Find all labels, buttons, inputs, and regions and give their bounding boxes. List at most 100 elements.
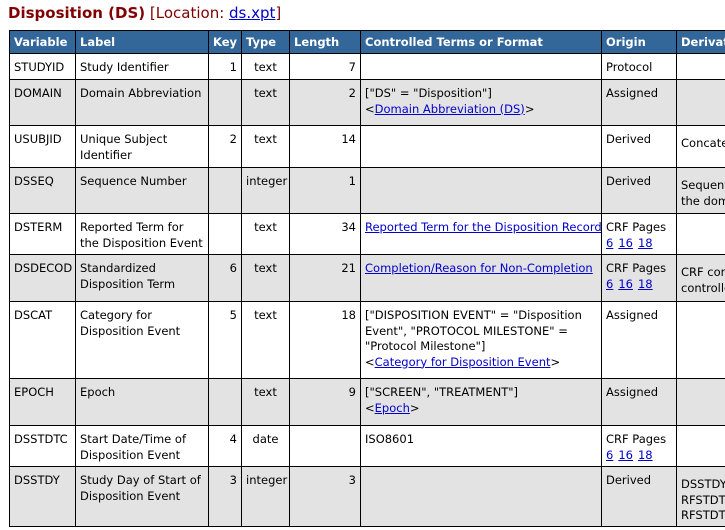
origin-text: CRF Pages (606, 432, 667, 446)
cell-derivation: Sequential in the dom (676, 167, 725, 214)
col-header-length: Length (289, 30, 361, 54)
cell-label: Study Identifier (75, 53, 209, 80)
cell-label: Sequence Number (75, 167, 209, 214)
cell-length (289, 425, 361, 467)
crf-page-link[interactable]: 18 (638, 448, 653, 462)
cell-controlled-terms (360, 125, 602, 168)
col-header-derivation: Derivation (676, 30, 725, 54)
cell-controlled-terms: Reported Term for the Disposition Record (360, 213, 602, 255)
crf-page-link[interactable]: 16 (618, 236, 633, 250)
crf-page-link[interactable]: 6 (606, 277, 613, 291)
cell-origin: Protocol (601, 53, 677, 80)
ct-link-holder: <Category for Disposition Event> (365, 354, 561, 369)
cell-origin: Derived (601, 125, 677, 168)
ct-text: ISO8601 (365, 432, 415, 446)
crf-page-link[interactable]: 16 (618, 448, 633, 462)
cell-key: 2 (208, 125, 242, 168)
origin-text: Assigned (606, 385, 659, 399)
cell-type: text (241, 213, 290, 255)
cell-label: Study Day of Start of Disposition Event (75, 466, 209, 527)
cell-variable: DOMAIN (9, 79, 76, 126)
crf-page-links: 6 16 18 (606, 236, 672, 252)
cell-length: 1 (289, 167, 361, 214)
table-row: USUBJID Unique Subject Identifier 2 text 14 D… (9, 125, 725, 168)
cell-variable: DSCAT (9, 301, 76, 379)
cell-variable: STUDYID (9, 53, 76, 80)
cell-derivation (676, 425, 725, 467)
crf-page-link[interactable]: 6 (606, 448, 613, 462)
cell-derivation (676, 301, 725, 379)
ct-text: ["SCREEN", "TREATMENT"] (365, 385, 518, 399)
table-row: DSTERM Reported Term for the Disposition … (9, 213, 725, 255)
cell-key: 1 (208, 53, 242, 80)
table-row: STUDYID Study Identifier 1 text 7 Protocol (9, 53, 725, 80)
cell-length: 18 (289, 301, 361, 379)
cell-origin: Assigned (601, 79, 677, 126)
cell-controlled-terms: ISO8601 (360, 425, 602, 467)
cell-key: 5 (208, 301, 242, 379)
crf-page-links: 6 16 18 (606, 448, 672, 464)
crf-page-link[interactable]: 18 (638, 236, 653, 250)
cell-derivation (676, 79, 725, 126)
ct-codelist-link[interactable]: Domain Abbreviation (DS) (375, 102, 525, 116)
origin-text: Derived (606, 174, 652, 188)
variable-metadata-table: Variable Label Key Type Length Controlle… (9, 30, 725, 527)
table-row: DSCAT Category for Disposition Event 5 text… (9, 301, 725, 379)
cell-length: 21 (289, 254, 361, 302)
cell-key: 3 (208, 466, 242, 527)
crf-page-link[interactable]: 16 (618, 277, 633, 291)
ct-codelist-link[interactable]: Epoch (375, 401, 410, 415)
origin-text: CRF Pages (606, 220, 667, 234)
cell-origin: CRF Pages 6 16 18 (601, 254, 677, 302)
ct-codelist-link[interactable]: Completion/Reason for Non-Completion (365, 261, 593, 275)
cell-derivation (676, 53, 725, 80)
col-header-type: Type (241, 30, 290, 54)
origin-text: CRF Pages (606, 261, 667, 275)
table-body: STUDYID Study Identifier 1 text 7 Protocol DOM… (9, 53, 725, 527)
cell-variable: EPOCH (9, 378, 76, 426)
cell-variable: USUBJID (9, 125, 76, 168)
cell-origin: Derived (601, 167, 677, 214)
cell-type: text (241, 254, 290, 302)
crf-page-link[interactable]: 18 (638, 277, 653, 291)
cell-controlled-terms: ["DISPOSITION EVENT" = "Disposition Even… (360, 301, 602, 379)
col-header-label: Label (75, 30, 209, 54)
cell-label: Domain Abbreviation (75, 79, 209, 126)
table-row: EPOCH Epoch text 9 ["SCREEN", "TREATMENT"] <E… (9, 378, 725, 426)
cell-key (208, 213, 242, 255)
cell-derivation: Concatena (676, 125, 725, 168)
cell-variable: DSSTDY (9, 466, 76, 527)
cell-length: 2 (289, 79, 361, 126)
cell-key (208, 79, 242, 126)
cell-controlled-terms (360, 167, 602, 214)
cell-derivation: CRF contro controlled (676, 254, 725, 302)
cell-label: Start Date/Time of Disposition Event (75, 425, 209, 467)
location-file-link[interactable]: ds.xpt (229, 4, 275, 22)
cell-variable: DSDECOD (9, 254, 76, 302)
cell-label: Standardized Disposition Term (75, 254, 209, 302)
cell-variable: DSTERM (9, 213, 76, 255)
ct-link-holder: <Epoch> (365, 400, 420, 415)
cell-derivation (676, 213, 725, 255)
cell-label: Reported Term for the Disposition Event (75, 213, 209, 255)
cell-controlled-terms (360, 53, 602, 80)
cell-length: 3 (289, 466, 361, 527)
cell-type: text (241, 301, 290, 379)
origin-text: Assigned (606, 86, 659, 100)
cell-label: Unique Subject Identifier (75, 125, 209, 168)
ct-codelist-link[interactable]: Reported Term for the Disposition Record (365, 220, 601, 234)
cell-key (208, 167, 242, 214)
ct-link-holder: <Domain Abbreviation (DS)> (365, 101, 535, 116)
cell-key (208, 378, 242, 426)
cell-type: text (241, 125, 290, 168)
table-row: DSSEQ Sequence Number integer 1 Derived Seque… (9, 167, 725, 214)
cell-origin: Derived (601, 466, 677, 527)
cell-origin: Assigned (601, 378, 677, 426)
ct-codelist-link[interactable]: Category for Disposition Event (375, 355, 551, 369)
cell-variable: DSSTDTC (9, 425, 76, 467)
cell-variable: DSSEQ (9, 167, 76, 214)
cell-key: 4 (208, 425, 242, 467)
crf-page-link[interactable]: 6 (606, 236, 613, 250)
table-viewport: Variable Label Key Type Length Controlle… (9, 30, 725, 530)
cell-type: date (241, 425, 290, 467)
